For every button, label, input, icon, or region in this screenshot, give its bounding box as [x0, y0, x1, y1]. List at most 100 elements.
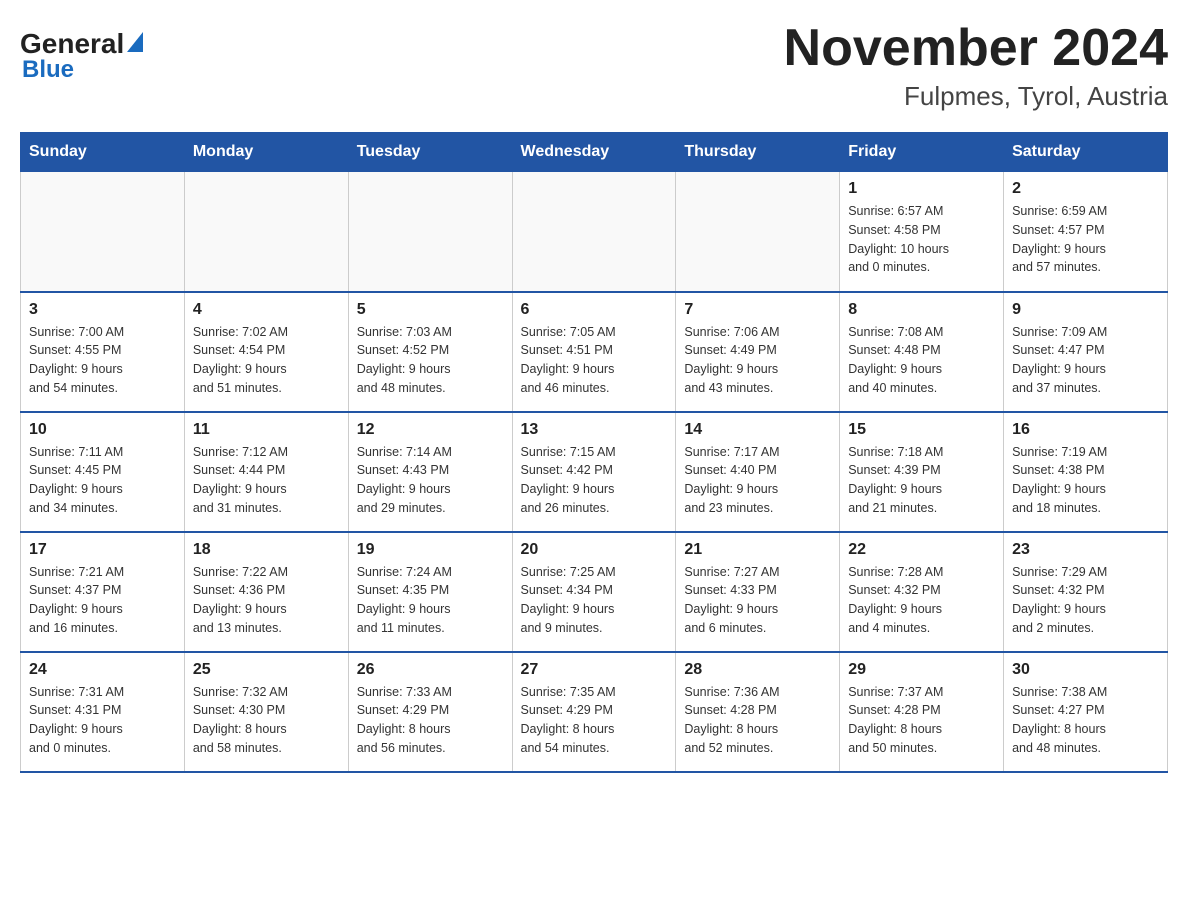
day-info: Sunrise: 7:37 AM Sunset: 4:28 PM Dayligh… [848, 683, 995, 758]
logo-part2: Blue [20, 56, 74, 84]
day-info: Sunrise: 7:15 AM Sunset: 4:42 PM Dayligh… [521, 443, 668, 518]
calendar-cell: 3 Sunrise: 7:00 AM Sunset: 4:55 PM Daylig… [21, 292, 185, 412]
day-info: Sunrise: 7:19 AM Sunset: 4:38 PM Dayligh… [1012, 443, 1159, 518]
calendar-subtitle: Fulpmes, Tyrol, Austria [784, 81, 1168, 112]
day-number: 15 [848, 421, 995, 439]
calendar-week-row: 10Sunrise: 7:11 AM Sunset: 4:45 PM Dayli… [21, 412, 1168, 532]
day-number: 1 [848, 180, 995, 198]
calendar-cell: 1 Sunrise: 6:57 AM Sunset: 4:58 PM Daylig… [840, 172, 1004, 292]
calendar-cell: 7Sunrise: 7:06 AM Sunset: 4:49 PM Daylig… [676, 292, 840, 412]
calendar-cell: 11 Sunrise: 7:12 AM Sunset: 4:44 PM Dayli… [184, 412, 348, 532]
calendar-cell [184, 172, 348, 292]
calendar-cell: 27 Sunrise: 7:35 AM Sunset: 4:29 PM Dayli… [512, 652, 676, 772]
calendar-cell [676, 172, 840, 292]
day-number: 5 [357, 301, 504, 319]
calendar-cell: 8 Sunrise: 7:08 AM Sunset: 4:48 PM Daylig… [840, 292, 1004, 412]
header-wednesday: Wednesday [512, 133, 676, 172]
calendar-cell: 10Sunrise: 7:11 AM Sunset: 4:45 PM Dayli… [21, 412, 185, 532]
header: General Blue November 2024 Fulpmes, Tyro… [20, 20, 1168, 112]
day-info: Sunrise: 7:27 AM Sunset: 4:33 PM Dayligh… [684, 563, 831, 638]
calendar-cell [512, 172, 676, 292]
day-number: 11 [193, 421, 340, 439]
day-info: Sunrise: 7:11 AM Sunset: 4:45 PM Dayligh… [29, 443, 176, 518]
day-info: Sunrise: 7:09 AM Sunset: 4:47 PM Dayligh… [1012, 323, 1159, 398]
day-number: 25 [193, 661, 340, 679]
day-info: Sunrise: 7:18 AM Sunset: 4:39 PM Dayligh… [848, 443, 995, 518]
day-info: Sunrise: 6:57 AM Sunset: 4:58 PM Dayligh… [848, 202, 995, 277]
calendar-cell: 6 Sunrise: 7:05 AM Sunset: 4:51 PM Daylig… [512, 292, 676, 412]
calendar-week-row: 24 Sunrise: 7:31 AM Sunset: 4:31 PM Dayli… [21, 652, 1168, 772]
header-thursday: Thursday [676, 133, 840, 172]
calendar-cell: 19 Sunrise: 7:24 AM Sunset: 4:35 PM Dayli… [348, 532, 512, 652]
calendar-week-row: 17Sunrise: 7:21 AM Sunset: 4:37 PM Dayli… [21, 532, 1168, 652]
calendar-cell [21, 172, 185, 292]
day-info: Sunrise: 7:12 AM Sunset: 4:44 PM Dayligh… [193, 443, 340, 518]
calendar-cell: 23Sunrise: 7:29 AM Sunset: 4:32 PM Dayli… [1004, 532, 1168, 652]
day-number: 28 [684, 661, 831, 679]
day-number: 20 [521, 541, 668, 559]
day-number: 8 [848, 301, 995, 319]
day-number: 3 [29, 301, 176, 319]
day-number: 4 [193, 301, 340, 319]
calendar-cell: 20 Sunrise: 7:25 AM Sunset: 4:34 PM Dayli… [512, 532, 676, 652]
header-sunday: Sunday [21, 133, 185, 172]
calendar-cell: 18 Sunrise: 7:22 AM Sunset: 4:36 PM Dayli… [184, 532, 348, 652]
day-number: 14 [684, 421, 831, 439]
day-number: 7 [684, 301, 831, 319]
calendar-cell [348, 172, 512, 292]
day-number: 22 [848, 541, 995, 559]
calendar-header-row: SundayMondayTuesdayWednesdayThursdayFrid… [21, 133, 1168, 172]
calendar-cell: 13Sunrise: 7:15 AM Sunset: 4:42 PM Dayli… [512, 412, 676, 532]
day-info: Sunrise: 7:25 AM Sunset: 4:34 PM Dayligh… [521, 563, 668, 638]
calendar-cell: 14 Sunrise: 7:17 AM Sunset: 4:40 PM Dayli… [676, 412, 840, 532]
day-number: 29 [848, 661, 995, 679]
calendar-cell: 12Sunrise: 7:14 AM Sunset: 4:43 PM Dayli… [348, 412, 512, 532]
calendar-cell: 22 Sunrise: 7:28 AM Sunset: 4:32 PM Dayli… [840, 532, 1004, 652]
day-number: 23 [1012, 541, 1159, 559]
day-info: Sunrise: 7:32 AM Sunset: 4:30 PM Dayligh… [193, 683, 340, 758]
calendar-cell: 26 Sunrise: 7:33 AM Sunset: 4:29 PM Dayli… [348, 652, 512, 772]
calendar-cell: 17Sunrise: 7:21 AM Sunset: 4:37 PM Dayli… [21, 532, 185, 652]
day-info: Sunrise: 6:59 AM Sunset: 4:57 PM Dayligh… [1012, 202, 1159, 277]
day-number: 12 [357, 421, 504, 439]
calendar-cell: 5 Sunrise: 7:03 AM Sunset: 4:52 PM Daylig… [348, 292, 512, 412]
day-number: 16 [1012, 421, 1159, 439]
day-number: 24 [29, 661, 176, 679]
day-number: 27 [521, 661, 668, 679]
calendar-table: SundayMondayTuesdayWednesdayThursdayFrid… [20, 132, 1168, 773]
day-info: Sunrise: 7:22 AM Sunset: 4:36 PM Dayligh… [193, 563, 340, 638]
calendar-cell: 28Sunrise: 7:36 AM Sunset: 4:28 PM Dayli… [676, 652, 840, 772]
day-info: Sunrise: 7:33 AM Sunset: 4:29 PM Dayligh… [357, 683, 504, 758]
day-number: 9 [1012, 301, 1159, 319]
calendar-week-row: 3 Sunrise: 7:00 AM Sunset: 4:55 PM Daylig… [21, 292, 1168, 412]
calendar-cell: 29 Sunrise: 7:37 AM Sunset: 4:28 PM Dayli… [840, 652, 1004, 772]
day-info: Sunrise: 7:02 AM Sunset: 4:54 PM Dayligh… [193, 323, 340, 398]
day-info: Sunrise: 7:35 AM Sunset: 4:29 PM Dayligh… [521, 683, 668, 758]
calendar-cell: 2Sunrise: 6:59 AM Sunset: 4:57 PM Daylig… [1004, 172, 1168, 292]
day-info: Sunrise: 7:24 AM Sunset: 4:35 PM Dayligh… [357, 563, 504, 638]
day-info: Sunrise: 7:03 AM Sunset: 4:52 PM Dayligh… [357, 323, 504, 398]
day-info: Sunrise: 7:00 AM Sunset: 4:55 PM Dayligh… [29, 323, 176, 398]
day-info: Sunrise: 7:17 AM Sunset: 4:40 PM Dayligh… [684, 443, 831, 518]
title-area: November 2024 Fulpmes, Tyrol, Austria [784, 20, 1168, 112]
day-number: 21 [684, 541, 831, 559]
day-info: Sunrise: 7:28 AM Sunset: 4:32 PM Dayligh… [848, 563, 995, 638]
day-number: 6 [521, 301, 668, 319]
day-info: Sunrise: 7:05 AM Sunset: 4:51 PM Dayligh… [521, 323, 668, 398]
day-info: Sunrise: 7:31 AM Sunset: 4:31 PM Dayligh… [29, 683, 176, 758]
calendar-cell: 25 Sunrise: 7:32 AM Sunset: 4:30 PM Dayli… [184, 652, 348, 772]
calendar-title: November 2024 [784, 20, 1168, 77]
day-number: 19 [357, 541, 504, 559]
header-tuesday: Tuesday [348, 133, 512, 172]
calendar-cell: 4 Sunrise: 7:02 AM Sunset: 4:54 PM Daylig… [184, 292, 348, 412]
calendar-cell: 16 Sunrise: 7:19 AM Sunset: 4:38 PM Dayli… [1004, 412, 1168, 532]
day-number: 18 [193, 541, 340, 559]
logo: General Blue [20, 20, 143, 84]
day-info: Sunrise: 7:38 AM Sunset: 4:27 PM Dayligh… [1012, 683, 1159, 758]
calendar-cell: 24 Sunrise: 7:31 AM Sunset: 4:31 PM Dayli… [21, 652, 185, 772]
day-number: 26 [357, 661, 504, 679]
calendar-cell: 21 Sunrise: 7:27 AM Sunset: 4:33 PM Dayli… [676, 532, 840, 652]
day-info: Sunrise: 7:08 AM Sunset: 4:48 PM Dayligh… [848, 323, 995, 398]
calendar-cell: 30Sunrise: 7:38 AM Sunset: 4:27 PM Dayli… [1004, 652, 1168, 772]
calendar-cell: 9 Sunrise: 7:09 AM Sunset: 4:47 PM Daylig… [1004, 292, 1168, 412]
